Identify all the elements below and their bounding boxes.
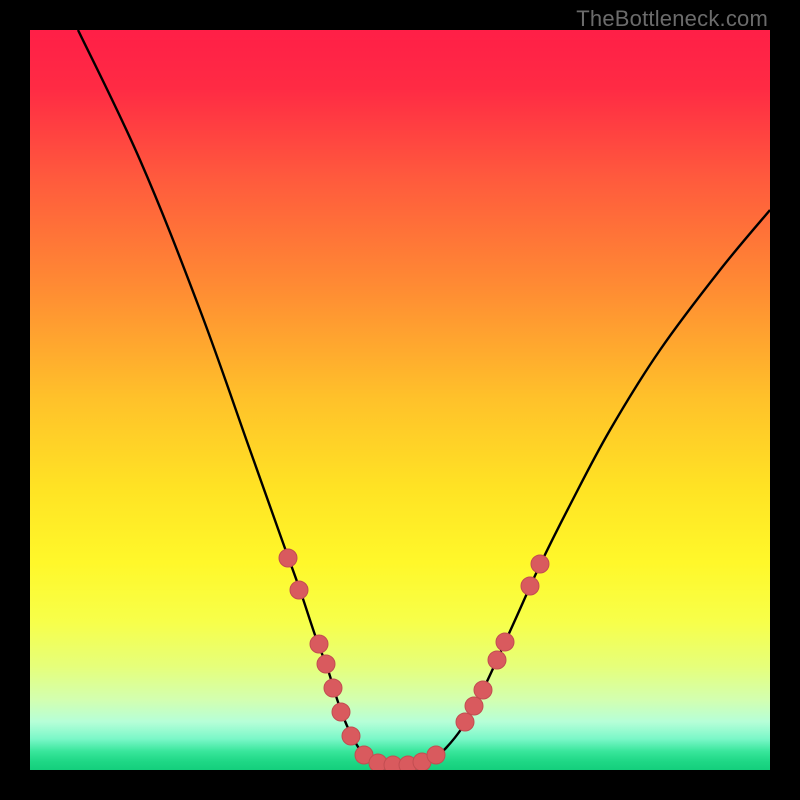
- curve-line: [78, 30, 770, 765]
- curve-marker: [317, 655, 335, 673]
- bottleneck-curve: [30, 30, 770, 770]
- curve-marker: [310, 635, 328, 653]
- curve-marker: [342, 727, 360, 745]
- curve-marker: [279, 549, 297, 567]
- curve-marker: [496, 633, 514, 651]
- chart-frame: TheBottleneck.com: [0, 0, 800, 800]
- curve-marker: [324, 679, 342, 697]
- plot-area: [30, 30, 770, 770]
- curve-marker: [531, 555, 549, 573]
- curve-marker: [427, 746, 445, 764]
- curve-marker: [521, 577, 539, 595]
- curve-marker: [465, 697, 483, 715]
- curve-marker: [474, 681, 492, 699]
- watermark-text: TheBottleneck.com: [576, 6, 768, 32]
- curve-marker: [456, 713, 474, 731]
- curve-markers: [279, 549, 549, 770]
- curve-marker: [332, 703, 350, 721]
- curve-marker: [290, 581, 308, 599]
- curve-marker: [488, 651, 506, 669]
